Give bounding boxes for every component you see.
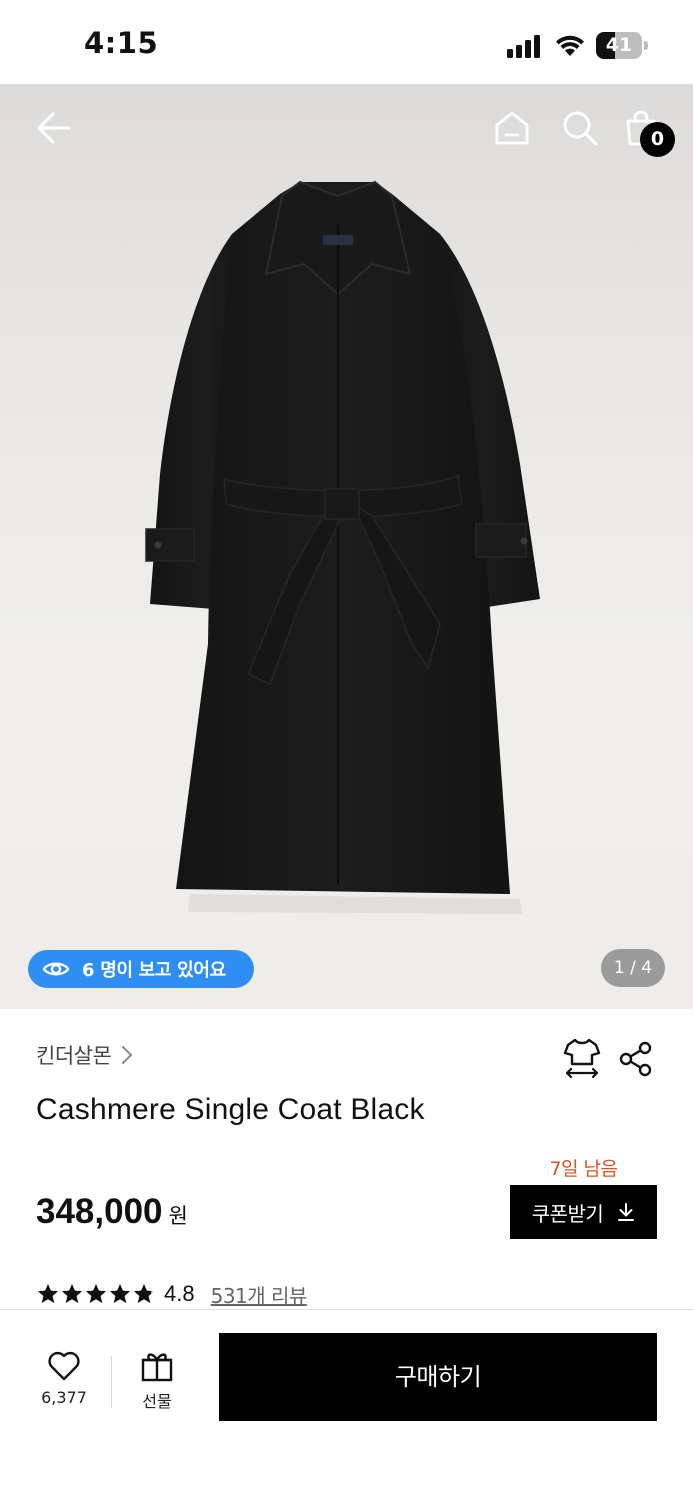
star-icon xyxy=(38,1284,58,1303)
gift-icon xyxy=(141,1353,173,1382)
battery-level: 41 xyxy=(605,34,633,56)
reviews-link[interactable]: 531개 리뷰 xyxy=(211,1280,308,1309)
price-unit: 원 xyxy=(168,1204,188,1228)
viewers-badge: 6 명이 보고 있어요 xyxy=(28,950,254,988)
rating-row: 4.8 531개 리뷰 xyxy=(36,1279,307,1309)
gift-label: 선물 xyxy=(142,1392,172,1411)
cart-count-badge: 0 xyxy=(640,122,675,157)
rating-value: 4.8 xyxy=(164,1281,195,1306)
gift-button[interactable]: 선물 xyxy=(125,1350,189,1412)
buy-button[interactable]: 구매하기 xyxy=(219,1333,657,1421)
chevron-right-icon xyxy=(122,1046,133,1064)
image-page-indicator: 1 / 4 xyxy=(601,949,665,987)
cellular-signal-icon xyxy=(507,34,543,58)
product-title: Cashmere Single Coat Black xyxy=(36,1093,425,1126)
size-guide-icon[interactable] xyxy=(562,1037,602,1079)
share-icon[interactable] xyxy=(619,1041,653,1077)
heart-icon xyxy=(48,1351,80,1381)
eye-icon xyxy=(42,962,70,976)
star-icon xyxy=(134,1284,154,1303)
product-image xyxy=(145,180,540,914)
download-icon xyxy=(618,1203,635,1221)
back-arrow-icon[interactable] xyxy=(36,110,72,146)
star-icon xyxy=(110,1284,130,1303)
like-count: 6,377 xyxy=(41,1388,87,1407)
wifi-icon xyxy=(556,35,584,56)
coupon-remaining-days: 7일 남음 xyxy=(549,1158,618,1180)
coupon-button-label: 쿠폰받기 xyxy=(531,1201,604,1226)
like-button[interactable]: 6,377 xyxy=(28,1350,100,1407)
brand-link[interactable]: 킨더살몬 xyxy=(36,1040,133,1070)
divider xyxy=(111,1356,112,1408)
star-icon xyxy=(86,1284,106,1303)
home-icon[interactable] xyxy=(494,110,530,146)
price: 348,000 원 xyxy=(36,1192,188,1232)
viewers-text: 6 명이 보고 있어요 xyxy=(82,960,226,981)
battery-icon: 41 xyxy=(596,32,648,59)
status-bar: 4:15 41 xyxy=(0,0,693,84)
search-icon[interactable] xyxy=(562,110,598,146)
status-time: 4:15 xyxy=(84,26,159,60)
rating-stars xyxy=(36,1282,156,1306)
brand-name: 킨더살몬 xyxy=(36,1044,112,1068)
get-coupon-button[interactable]: 쿠폰받기 xyxy=(510,1185,657,1239)
star-icon xyxy=(62,1284,82,1303)
price-value: 348,000 xyxy=(36,1192,163,1231)
